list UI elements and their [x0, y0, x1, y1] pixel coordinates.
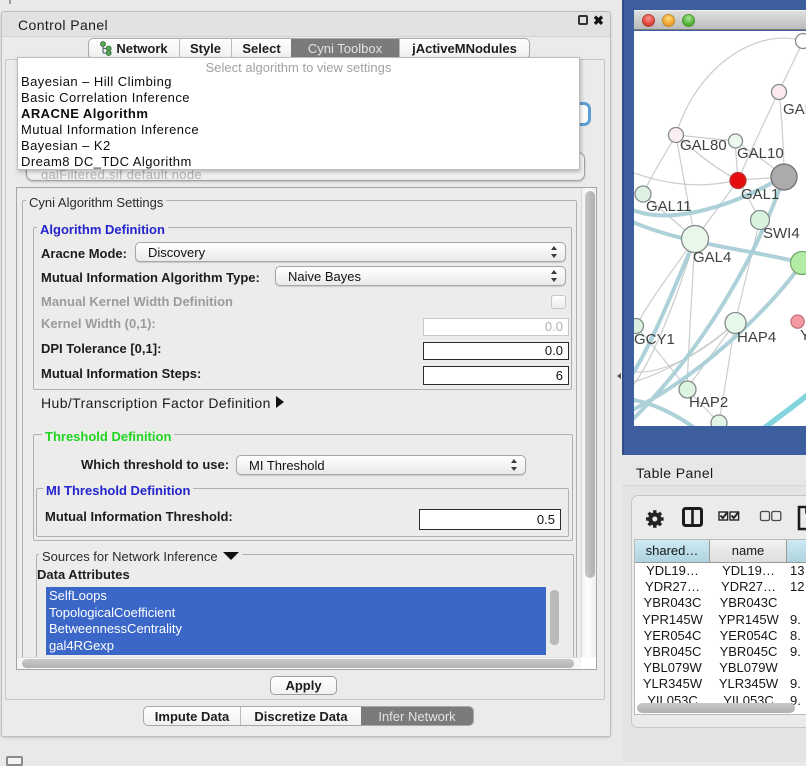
svg-text:HAP4: HAP4 — [737, 329, 776, 346]
svg-text:SWI4: SWI4 — [763, 225, 800, 242]
svg-text:GAL80: GAL80 — [680, 137, 727, 154]
svg-text:YJ: YJ — [800, 327, 806, 344]
svg-text:GAL7: GAL7 — [783, 101, 806, 118]
svg-text:GAL11: GAL11 — [646, 198, 692, 215]
svg-text:HAP2: HAP2 — [689, 394, 728, 411]
svg-text:GAL10: GAL10 — [737, 145, 784, 162]
svg-text:GAL1: GAL1 — [741, 186, 779, 203]
svg-text:GCY1: GCY1 — [634, 331, 675, 348]
svg-text:GAL4: GAL4 — [693, 249, 731, 266]
